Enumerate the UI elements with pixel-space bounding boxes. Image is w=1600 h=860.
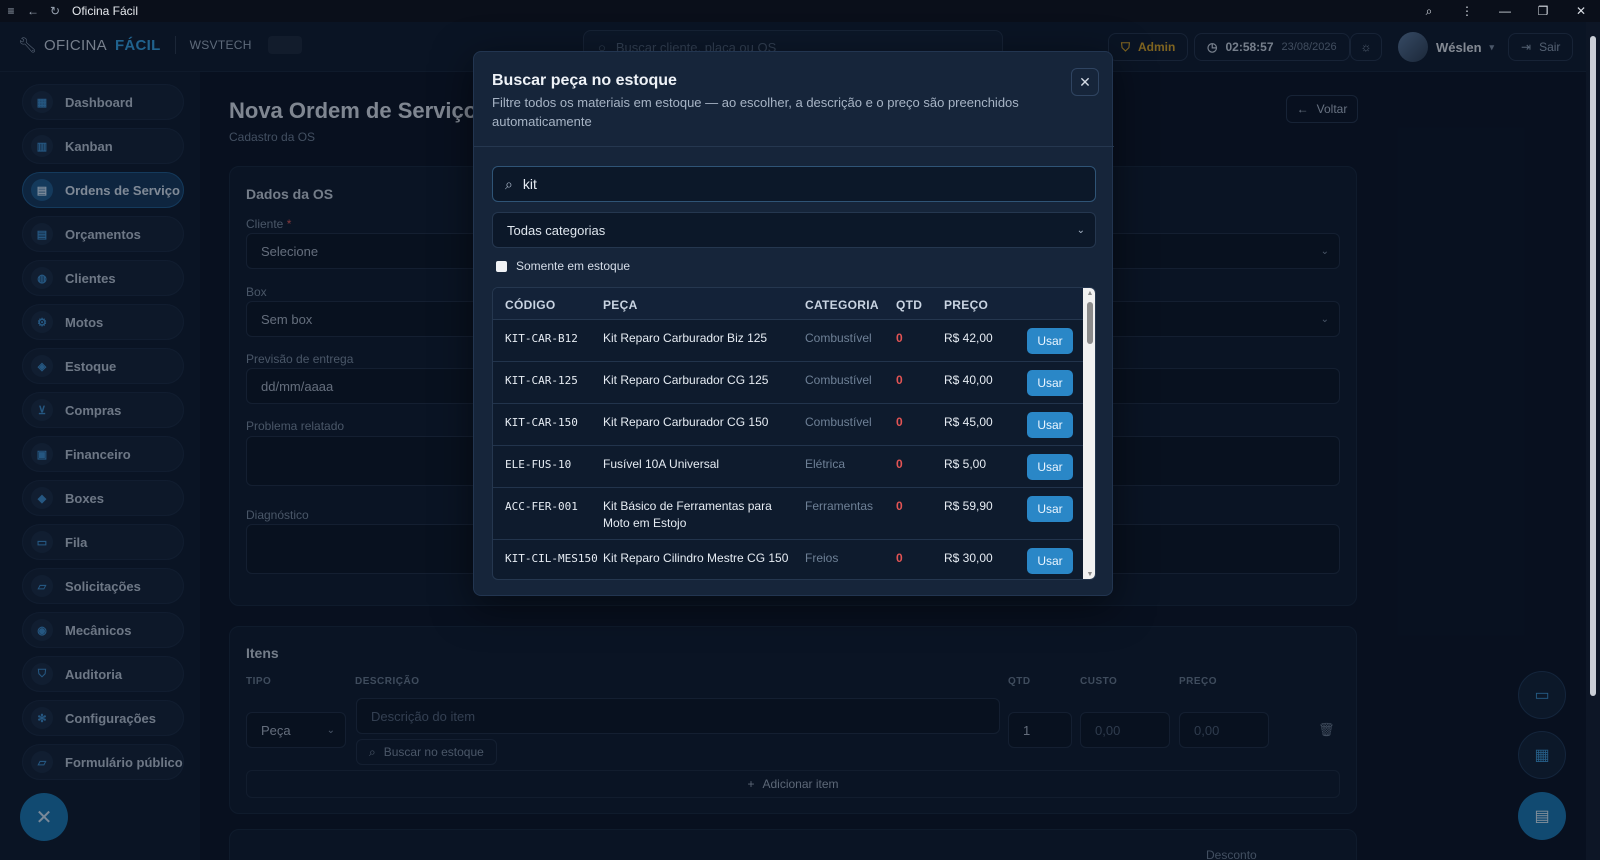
table-row: KIT-CAR-B12 Kit Reparo Carburador Biz 125… — [493, 320, 1083, 362]
chevron-down-icon: ⌄ — [1076, 224, 1085, 236]
page-scrollbar[interactable] — [1586, 22, 1600, 860]
cell-price: R$ 42,00 — [944, 331, 993, 345]
back-arrow-icon[interactable]: ← — [22, 0, 44, 22]
cell-name: Kit Reparo Carburador CG 150 — [603, 415, 769, 429]
table-row: KIT-CIL-MES150 Kit Reparo Cilindro Mestre… — [493, 540, 1083, 579]
cell-code: KIT-CIL-MES150 — [505, 552, 598, 565]
table-row: KIT-CAR-150 Kit Reparo Carburador CG 150 C… — [493, 404, 1083, 446]
table-scroll-thumb[interactable] — [1087, 302, 1093, 344]
cell-code: KIT-CAR-B12 — [505, 332, 578, 345]
use-button[interactable]: Usar — [1027, 496, 1073, 522]
use-button[interactable]: Usar — [1027, 328, 1073, 354]
th-qtd: QTD — [896, 298, 923, 312]
category-select[interactable]: Todas categorias ⌄ — [492, 212, 1096, 248]
cell-qty: 0 — [896, 499, 903, 513]
cell-qty: 0 — [896, 551, 903, 565]
table-row: ELE-FUS-10 Fusível 10A Universal Elétrica 0… — [493, 446, 1083, 488]
table-header: CÓDIGO PEÇA CATEGORIA QTD PREÇO — [493, 288, 1083, 320]
minimize-button[interactable]: — — [1486, 0, 1524, 22]
cell-code: KIT-CAR-150 — [505, 416, 578, 429]
only-stock-label: Somente em estoque — [516, 259, 631, 273]
cell-category: Freios — [805, 551, 839, 565]
only-stock-checkbox[interactable]: Somente em estoque — [496, 259, 630, 273]
category-value: Todas categorias — [507, 222, 606, 238]
cell-category: Elétrica — [805, 457, 846, 471]
th-preco: PREÇO — [944, 298, 989, 312]
cell-qty: 0 — [896, 373, 903, 387]
modal-description: Filtre todos os materiais em estoque — a… — [492, 95, 1019, 129]
cell-qty: 0 — [896, 415, 903, 429]
cell-price: R$ 5,00 — [944, 457, 987, 471]
close-window-button[interactable]: ✕ — [1562, 0, 1600, 22]
checkbox-box[interactable] — [496, 260, 507, 272]
more-menu-icon[interactable]: ⋮ — [1448, 0, 1486, 22]
modal-header: Buscar peça no estoque Filtre todos os m… — [474, 52, 1114, 147]
cell-code: ACC-FER-001 — [505, 500, 578, 513]
cell-category: Combustível — [805, 331, 872, 345]
cell-price: R$ 45,00 — [944, 415, 993, 429]
zoom-icon[interactable]: ⌕ — [1410, 0, 1448, 22]
use-button[interactable]: Usar — [1027, 412, 1073, 438]
table-row: KIT-CAR-125 Kit Reparo Carburador CG 125 C… — [493, 362, 1083, 404]
maximize-button[interactable]: ❐ — [1524, 0, 1562, 22]
stock-table: CÓDIGO PEÇA CATEGORIA QTD PREÇO KIT-CAR-… — [492, 287, 1096, 580]
window-title: Oficina Fácil — [72, 4, 139, 18]
page-scroll-thumb[interactable] — [1590, 36, 1596, 696]
th-categoria: CATEGORIA — [805, 298, 879, 312]
cell-price: R$ 59,90 — [944, 499, 993, 513]
modal-title: Buscar peça no estoque — [492, 72, 677, 89]
search-icon: ⌕ — [505, 175, 513, 192]
stock-search-modal: Buscar peça no estoque Filtre todos os m… — [473, 51, 1114, 596]
th-codigo: CÓDIGO — [505, 298, 556, 312]
scroll-down-arrow[interactable]: ▼ — [1086, 571, 1094, 579]
cell-category: Ferramentas — [805, 499, 874, 513]
cell-name: Fusível 10A Universal — [603, 457, 720, 471]
table-scrollbar[interactable]: ▲ ▼ — [1083, 288, 1095, 579]
cell-category: Combustível — [805, 415, 872, 429]
cell-qty: 0 — [896, 331, 903, 345]
cell-code: ELE-FUS-10 — [505, 458, 572, 471]
table-row: ACC-FER-001 Kit Básico de Ferramentas par… — [493, 488, 1083, 540]
stock-search-input[interactable]: ⌕ kit — [492, 166, 1096, 202]
scroll-up-arrow[interactable]: ▲ — [1086, 290, 1094, 298]
app-icon: ≡ — [7, 4, 15, 18]
reload-icon[interactable]: ↻ — [44, 0, 66, 22]
window-titlebar: ≡ ← ↻ Oficina Fácil ⌕ ⋮ — ❐ ✕ — [0, 0, 1600, 22]
cell-name: Kit Reparo Carburador Biz 125 — [603, 331, 768, 345]
use-button[interactable]: Usar — [1027, 370, 1073, 396]
cell-name: Kit Básico de Ferramentas para Moto em E… — [603, 499, 772, 530]
use-button[interactable]: Usar — [1027, 548, 1073, 574]
cell-name: Kit Reparo Carburador CG 125 — [603, 373, 769, 387]
cell-price: R$ 30,00 — [944, 551, 993, 565]
use-button[interactable]: Usar — [1027, 454, 1073, 480]
cell-category: Combustível — [805, 373, 872, 387]
modal-close-button[interactable]: ✕ — [1071, 68, 1099, 96]
cell-name: Kit Reparo Cilindro Mestre CG 150 — [603, 551, 789, 565]
cell-code: KIT-CAR-125 — [505, 374, 578, 387]
close-icon: ✕ — [1079, 73, 1091, 90]
cell-price: R$ 40,00 — [944, 373, 993, 387]
th-peca: PEÇA — [603, 298, 638, 312]
stock-search-value: kit — [522, 176, 537, 192]
cell-qty: 0 — [896, 457, 903, 471]
